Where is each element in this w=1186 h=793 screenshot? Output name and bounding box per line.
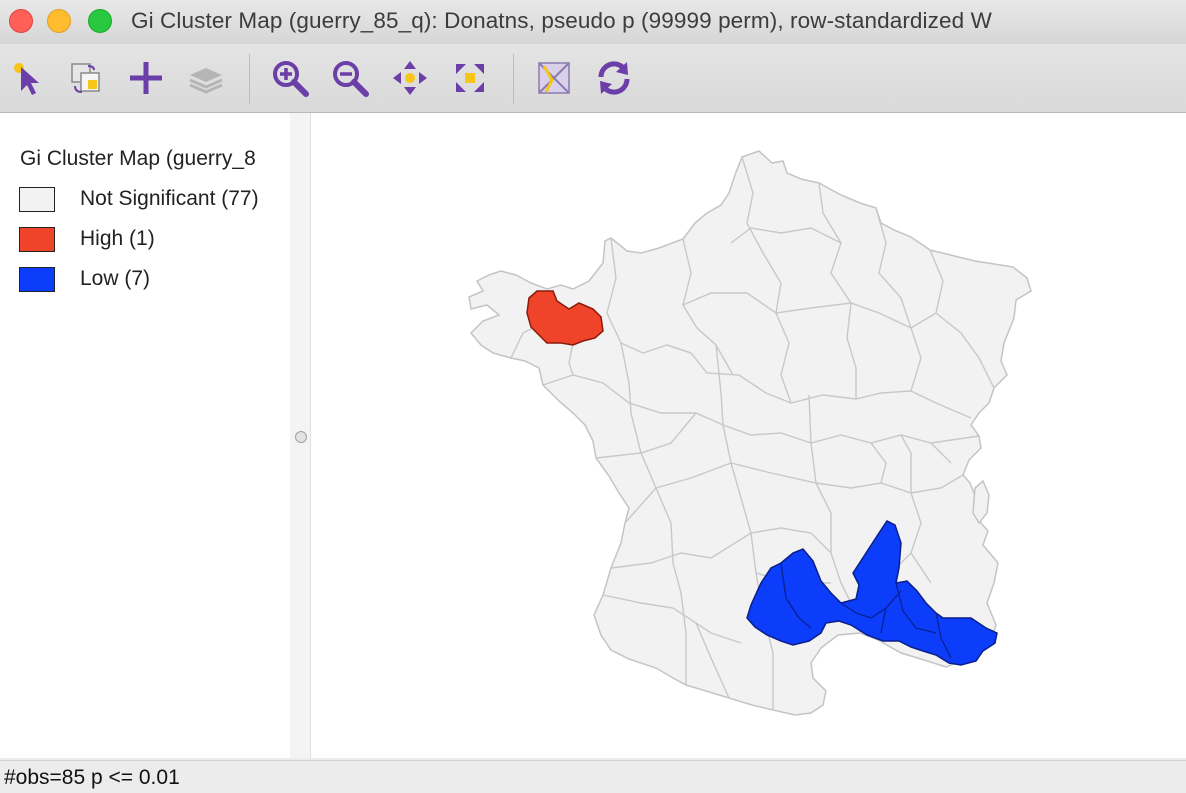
select-pointer-icon[interactable]	[6, 56, 50, 100]
status-text: #obs=85 p <= 0.01	[4, 766, 180, 789]
zoom-out-icon[interactable]	[328, 56, 372, 100]
legend-swatch	[19, 267, 55, 292]
legend-label: High (1)	[80, 227, 155, 250]
legend-label: Low (7)	[80, 267, 151, 290]
full-extent-icon[interactable]	[448, 56, 492, 100]
minimize-button[interactable]	[47, 9, 71, 33]
france-departments-map[interactable]	[311, 113, 1186, 758]
map-canvas[interactable]	[311, 113, 1186, 758]
map-region-corsica	[972, 479, 990, 525]
title-bar: Gi Cluster Map (guerry_85_q): Donatns, p…	[0, 0, 1186, 44]
maximize-button[interactable]	[88, 9, 112, 33]
legend-swatch	[19, 187, 55, 212]
refresh-icon[interactable]	[592, 56, 636, 100]
close-button[interactable]	[9, 9, 33, 33]
selection-map-icon[interactable]	[532, 56, 576, 100]
legend-panel: Gi Cluster Map (guerry_8 Not Significant…	[0, 113, 291, 758]
legend-title: Gi Cluster Map (guerry_8	[20, 147, 256, 170]
layers-icon	[184, 56, 228, 100]
status-bar: #obs=85 p <= 0.01	[0, 760, 1186, 793]
legend-swatch	[19, 227, 55, 252]
splitter-handle[interactable]	[295, 431, 307, 443]
add-layer-icon[interactable]	[124, 56, 168, 100]
legend-label: Not Significant (77)	[80, 187, 259, 210]
panel-splitter[interactable]	[290, 113, 311, 758]
pan-icon[interactable]	[388, 56, 432, 100]
window-title: Gi Cluster Map (guerry_85_q): Donatns, p…	[131, 8, 992, 33]
copy-map-icon[interactable]	[64, 56, 108, 100]
toolbar	[0, 44, 1186, 113]
zoom-in-icon[interactable]	[268, 56, 312, 100]
